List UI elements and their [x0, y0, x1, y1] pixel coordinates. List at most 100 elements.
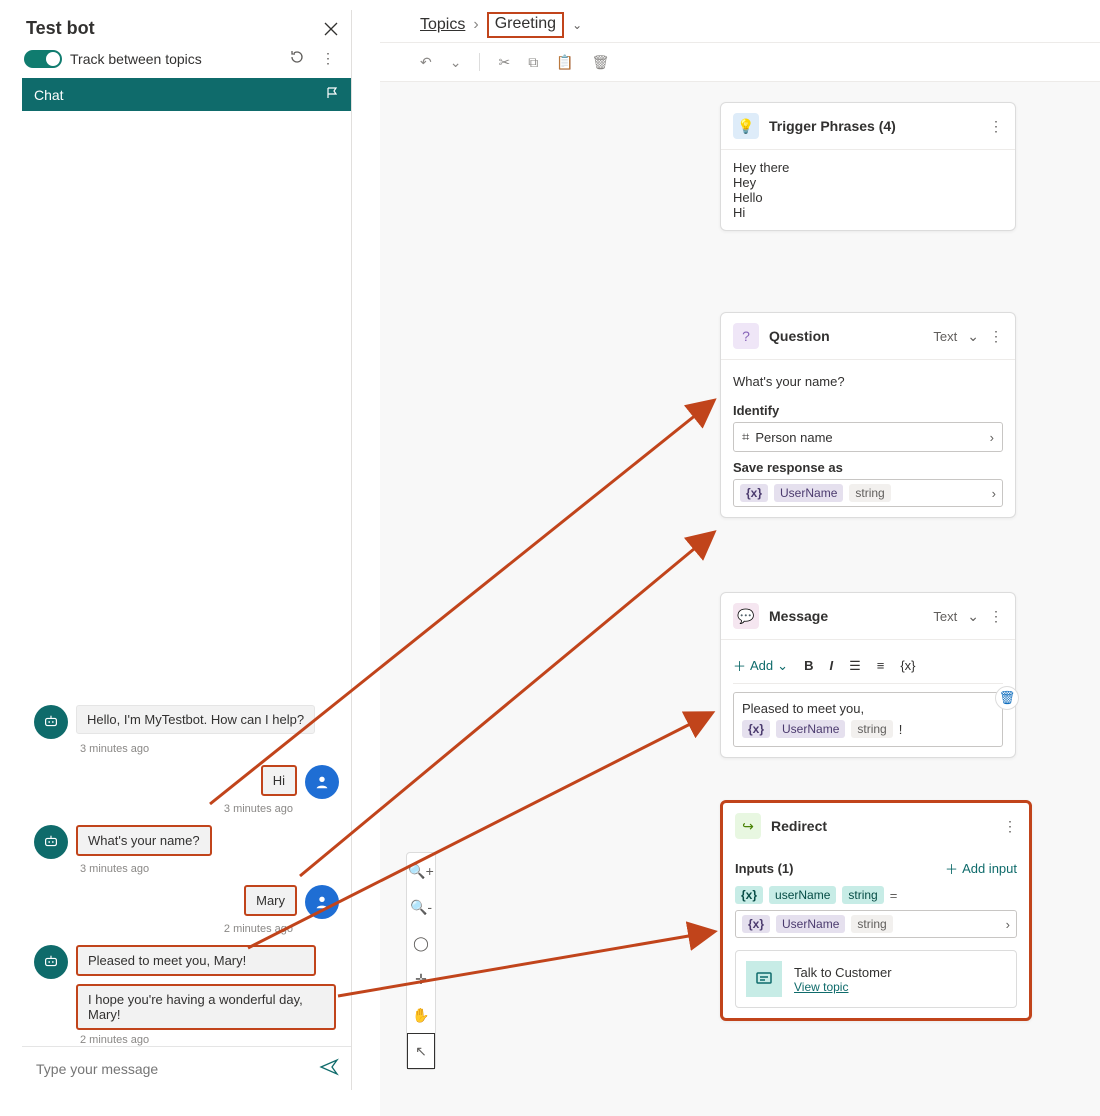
canvas-zoom-toolbar: 🔍+ 🔍- ◯ ✛ ✋ ↖ [406, 852, 436, 1070]
chat-tab-label: Chat [34, 87, 64, 103]
flag-icon[interactable] [325, 86, 339, 103]
node-output-type: Text [933, 329, 957, 344]
more-icon[interactable]: ⋮ [989, 118, 1003, 135]
redo-chevron-icon[interactable]: ⌄ [450, 54, 462, 71]
topic-icon [746, 961, 782, 997]
lightbulb-icon: 💡 [733, 113, 759, 139]
bot-avatar-icon [34, 705, 68, 739]
command-bar: ↶ ⌄ ✂ ⧉ 📋 🗑 [380, 43, 1100, 82]
more-icon[interactable]: ⋮ [317, 48, 339, 69]
entity-icon: ⌗ [742, 429, 749, 445]
variable-name: UserName [776, 720, 845, 738]
recenter-icon[interactable]: ✛ [407, 961, 435, 997]
user-avatar-icon [305, 885, 339, 919]
save-response-label: Save response as [733, 460, 1003, 475]
close-icon[interactable] [323, 21, 339, 37]
input-var-name: userName [769, 886, 836, 904]
timestamp: 2 minutes ago [80, 1034, 339, 1046]
trigger-phrases-node[interactable]: 💡 Trigger Phrases (4) ⋮ Hey there Hey He… [720, 102, 1016, 231]
compose-input[interactable] [34, 1060, 309, 1078]
timestamp: 3 minutes ago [80, 863, 339, 875]
test-bot-title: Test bot [26, 18, 95, 39]
user-message: Mary [244, 885, 297, 916]
authoring-canvas[interactable]: + + + + 💡 Trigger Phrases (4) ⋮ Hey ther… [380, 82, 1100, 1092]
variable-icon: {x} [740, 484, 768, 502]
timestamp: 2 minutes ago [34, 923, 293, 935]
undo-icon[interactable]: ↶ [420, 54, 432, 71]
breadcrumb-root[interactable]: Topics [420, 16, 465, 34]
message-suffix: ! [899, 722, 903, 737]
more-icon[interactable]: ⋮ [989, 328, 1003, 345]
variable-name: UserName [776, 915, 845, 933]
trigger-phrase: Hey there [733, 160, 1003, 175]
message-editor[interactable]: Pleased to meet you, {x} UserName string… [733, 692, 1003, 747]
save-response-field[interactable]: {x} UserName string › [733, 479, 1003, 507]
zoom-out-icon[interactable]: 🔍- [407, 889, 435, 925]
track-between-topics-toggle[interactable] [24, 50, 62, 68]
chevron-down-icon[interactable]: ⌄ [967, 328, 979, 345]
add-button[interactable]: ＋ Add ⌄ [733, 656, 788, 675]
zoom-fit-icon[interactable]: ◯ [407, 925, 435, 961]
question-node[interactable]: ? Question Text ⌄ ⋮ What's your name? Id… [720, 312, 1016, 518]
chevron-right-icon: › [473, 16, 478, 34]
variable-type: string [851, 720, 892, 738]
input-value-field[interactable]: {x} UserName string › [735, 910, 1017, 938]
inputs-label: Inputs (1) [735, 861, 794, 876]
bold-icon[interactable]: B [804, 658, 813, 673]
paste-icon[interactable]: 📋 [556, 54, 573, 71]
chat-tab[interactable]: Chat [22, 78, 351, 111]
chevron-right-icon: › [990, 430, 994, 445]
italic-icon[interactable]: I [829, 658, 833, 673]
numbered-list-icon[interactable]: ≡ [877, 658, 885, 673]
variable-type: string [851, 915, 892, 933]
pan-icon[interactable]: ✋ [407, 997, 435, 1033]
bullet-list-icon[interactable]: ☰ [849, 658, 861, 674]
trigger-phrase: Hey [733, 175, 1003, 190]
question-icon: ? [733, 323, 759, 349]
chat-bubble-icon: 💬 [733, 603, 759, 629]
timestamp: 3 minutes ago [80, 743, 339, 755]
node-title: Question [769, 328, 923, 344]
zoom-in-icon[interactable]: 🔍+ [407, 853, 435, 889]
cursor-icon[interactable]: ↖ [407, 1033, 435, 1069]
chevron-right-icon: › [992, 486, 996, 501]
redirect-topic-name: Talk to Customer [794, 965, 892, 980]
user-avatar-icon [305, 765, 339, 799]
node-output-type: Text [933, 609, 957, 624]
redirect-node[interactable]: ↪ Redirect ⋮ Inputs (1) ＋ Add input {x} … [720, 800, 1032, 1021]
node-title: Message [769, 608, 923, 624]
chevron-down-icon[interactable]: ⌄ [572, 18, 582, 32]
message-node[interactable]: 💬 Message Text ⌄ ⋮ ＋ Add ⌄ B I ☰ ≡ {x} P… [720, 592, 1016, 758]
copy-icon[interactable]: ⧉ [528, 54, 538, 71]
question-prompt[interactable]: What's your name? [733, 370, 1003, 395]
identify-entity-field[interactable]: ⌗ Person name › [733, 422, 1003, 452]
delete-message-icon[interactable]: 🗑 [995, 686, 1019, 710]
track-between-topics-label: Track between topics [70, 51, 277, 67]
identify-label: Identify [733, 403, 1003, 418]
reset-icon[interactable] [285, 47, 309, 70]
insert-variable-icon[interactable]: {x} [900, 658, 915, 673]
bot-message: I hope you're having a wonderful day, Ma… [76, 984, 336, 1030]
chevron-down-icon[interactable]: ⌄ [967, 608, 979, 625]
more-icon[interactable]: ⋮ [989, 608, 1003, 625]
delete-icon[interactable]: 🗑 [592, 54, 610, 71]
node-title: Redirect [771, 818, 993, 834]
trigger-phrase: Hi [733, 205, 1003, 220]
breadcrumb: Topics › Greeting ⌄ [380, 0, 1100, 43]
view-topic-link[interactable]: View topic [794, 980, 892, 994]
variable-icon: {x} [742, 915, 770, 933]
redirect-topic-card[interactable]: Talk to Customer View topic [735, 950, 1017, 1008]
variable-icon: {x} [735, 886, 763, 904]
timestamp: 3 minutes ago [34, 803, 293, 815]
cut-icon[interactable]: ✂ [498, 54, 510, 71]
send-icon[interactable] [319, 1057, 339, 1080]
add-input-button[interactable]: ＋ Add input [945, 859, 1017, 878]
test-bot-panel: Test bot Track between topics ⋮ Chat Hel… [22, 10, 352, 1090]
bot-message: Pleased to meet you, Mary! [76, 945, 316, 976]
input-var-type: string [842, 886, 883, 904]
bot-avatar-icon [34, 945, 68, 979]
more-icon[interactable]: ⋮ [1003, 818, 1017, 835]
authoring-canvas-pane: Topics › Greeting ⌄ ↶ ⌄ ✂ ⧉ 📋 🗑 + + + + … [380, 0, 1100, 1116]
message-text: Pleased to meet you, [742, 701, 994, 716]
bot-message: Hello, I'm MyTestbot. How can I help? [76, 705, 315, 734]
